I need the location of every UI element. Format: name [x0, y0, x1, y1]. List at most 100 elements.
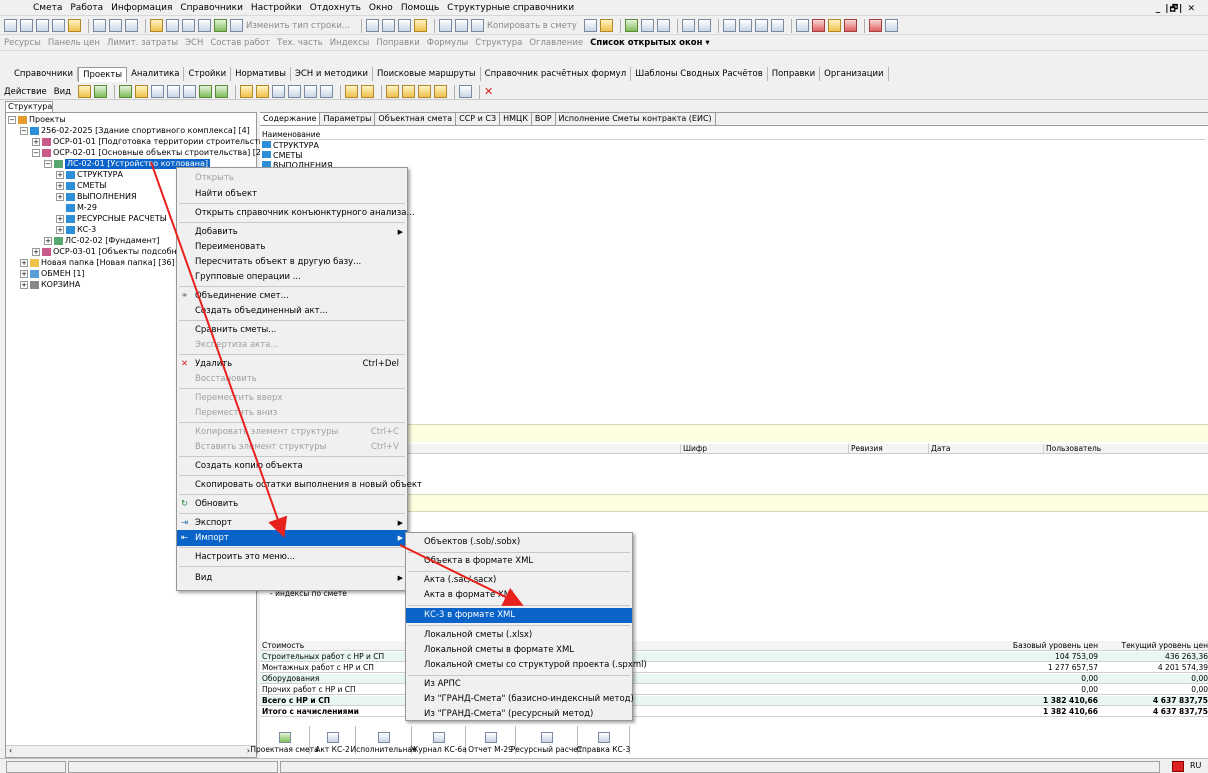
menu-find-object[interactable]: Найти объект — [177, 186, 407, 202]
toolbar-icon[interactable] — [199, 85, 213, 98]
toolbar-icon[interactable] — [166, 19, 179, 32]
toolbar-icon[interactable] — [230, 19, 243, 32]
toolbar-icon[interactable] — [182, 19, 195, 32]
toolbar-icon[interactable] — [459, 85, 473, 98]
copy-icon[interactable] — [454, 19, 468, 32]
tree-node[interactable]: + КС-3 — [56, 225, 96, 235]
toolbar-icon[interactable] — [402, 85, 416, 98]
tab-vor[interactable]: ВОР — [532, 113, 556, 125]
toolbar-link[interactable]: Поправки — [376, 38, 419, 48]
tab-eis[interactable]: Исполнение Сметы контракта (ЕИС) — [556, 113, 716, 125]
tree-node[interactable]: −256-02-2025 [Здание спортивного комплек… — [20, 126, 250, 136]
menu-view[interactable]: Вид ▶ — [177, 570, 407, 586]
resource-calc-button[interactable]: Ресурсный расчет — [511, 726, 582, 754]
tab-esn[interactable]: ЭСН и методики — [291, 67, 373, 81]
import-local-xml[interactable]: Локальной сметы в формате XML — [406, 643, 632, 658]
toolbar-icon[interactable] — [240, 85, 254, 98]
menu-create-merged-act[interactable]: Создать объединенный акт... — [177, 303, 407, 319]
import-object-xml[interactable]: Объекта в формате XML — [406, 554, 632, 569]
change-row-type-button[interactable]: Изменить тип строки... — [246, 21, 350, 31]
toolbar-icon[interactable] — [135, 85, 149, 98]
menu-merge-estimates[interactable]: ⚭ Объединение смет... — [177, 288, 407, 304]
menu-open-conjuncture[interactable]: Открыть справочник конъюнктурного анализ… — [177, 205, 415, 221]
tab-formulas[interactable]: Справочник расчётных формул — [481, 67, 632, 81]
toolbar-link[interactable]: Состав работ — [210, 38, 270, 48]
arrow-down-icon[interactable] — [320, 85, 334, 98]
toolbar-icon[interactable] — [151, 85, 165, 98]
tree-node[interactable]: − Проекты — [8, 115, 66, 125]
tab-projects[interactable]: Проекты — [78, 66, 128, 82]
menu-copy-element[interactable]: Копировать элемент структуры Ctrl+C — [177, 424, 407, 440]
tree-node[interactable]: + Новая папка [Новая папка] [36] — [20, 258, 175, 268]
tree-node[interactable]: М-29 — [66, 203, 97, 213]
cost-total-row[interactable]: Всего с НР и СП 1 382 410,66 4 637 837,75 — [260, 696, 1208, 706]
toolbar-link[interactable]: Формулы — [427, 38, 469, 48]
toolbar-icon[interactable] — [381, 19, 395, 32]
toolbar-icon[interactable] — [418, 85, 432, 98]
toolbar-icon[interactable] — [624, 19, 638, 32]
window-controls[interactable]: _ |🗗| ✕ — [1156, 1, 1196, 17]
menu-paste-element[interactable]: Вставить элемент структуры Ctrl+V — [177, 439, 407, 455]
menu-create-copy[interactable]: Создать копию объекта — [177, 458, 407, 474]
toolbar-icon[interactable] — [386, 85, 400, 98]
report-m29-button[interactable]: Отчет М-29 — [466, 726, 516, 754]
tab-directories[interactable]: Справочники — [10, 67, 79, 81]
toolbar-icon[interactable] — [599, 19, 613, 32]
import-ks3-xml[interactable]: КС-3 в формате XML — [406, 608, 632, 623]
cost-row[interactable]: Строительных работ с НР и СП 104 753,09 43… — [260, 652, 1208, 662]
tab-object-estimate[interactable]: Объектная смета — [375, 113, 457, 125]
menu-move-up[interactable]: Переместить вверх — [177, 390, 407, 406]
certificate-ks3-button[interactable]: Справка КС-3 — [577, 726, 630, 754]
toolbar-icon[interactable] — [754, 19, 768, 32]
folder-icon[interactable] — [78, 85, 92, 98]
menu-item[interactable]: Справочники — [180, 3, 243, 13]
tree-node[interactable]: + ОСР-03-01 [Объекты подсобног — [32, 247, 186, 257]
tab-organizations[interactable]: Организации — [820, 67, 889, 81]
import-grand-resource[interactable]: Из "ГРАНД-Смета" (ресурсный метод) — [406, 707, 632, 722]
tree-node[interactable]: + КОРЗИНА — [20, 280, 80, 290]
toolbar-icon[interactable] — [256, 85, 270, 98]
toolbar-icon[interactable] — [770, 19, 784, 32]
tab-contents[interactable]: Содержание — [260, 113, 321, 125]
toolbar-icon[interactable] — [20, 19, 33, 32]
toolbar-icon[interactable] — [288, 85, 302, 98]
tab-ssr[interactable]: ССР и СЗ — [456, 113, 501, 125]
menu-group-ops[interactable]: Групповые операции ... — [177, 269, 407, 285]
cost-row[interactable]: Монтажных работ с НР и СП 1 277 657,57 4 2… — [260, 663, 1208, 673]
toolbar-icon[interactable] — [868, 19, 882, 32]
toolbar-icon[interactable] — [434, 85, 448, 98]
close-icon[interactable]: ✕ — [484, 85, 493, 98]
toolbar-icon[interactable] — [583, 19, 597, 32]
toolbar-icon[interactable] — [4, 19, 17, 32]
toolbar-icon[interactable] — [681, 19, 695, 32]
toolbar-link[interactable]: Панель цен — [48, 38, 100, 48]
toolbar-icon[interactable] — [397, 19, 411, 32]
toolbar-icon[interactable] — [656, 19, 670, 32]
menu-refresh[interactable]: ↻ Обновить — [177, 496, 407, 512]
journal-ks6a-button[interactable]: Журнал КС-6а — [410, 726, 467, 754]
tree-node[interactable]: + ВЫПОЛНЕНИЯ — [56, 192, 137, 202]
menu-copy-rest[interactable]: Скопировать остатки выполнения в новый о… — [177, 477, 422, 493]
toolbar-icon[interactable] — [361, 85, 375, 98]
executive-button[interactable]: Исполнительная — [351, 726, 417, 754]
folder-icon[interactable] — [94, 85, 108, 98]
import-local-xlsx[interactable]: Локальной сметы (.xlsx) — [406, 628, 632, 643]
save-icon[interactable] — [93, 19, 106, 32]
content-row[interactable]: СМЕТЫ — [262, 151, 333, 161]
tree-node[interactable]: + РЕСУРСНЫЕ РАСЧЕТЫ — [56, 214, 167, 224]
tab-corrections[interactable]: Поправки — [768, 67, 821, 81]
toolbar-icon[interactable] — [150, 19, 163, 32]
toolbar-icon[interactable] — [640, 19, 654, 32]
tree-node[interactable]: − ОСР-02-01 [Основные объекты строительст… — [32, 148, 264, 158]
menu-move-down[interactable]: Переместить вниз — [177, 405, 407, 421]
menu-item[interactable]: Настройки — [251, 3, 302, 13]
toolbar-icon[interactable] — [272, 85, 286, 98]
cost-row[interactable]: Прочих работ с НР и СП 0,00 0,00 — [260, 685, 1208, 695]
menu-open[interactable]: Открыть — [177, 170, 407, 186]
menu-delete[interactable]: ✕ Удалить Ctrl+Del — [177, 356, 407, 372]
tree-node[interactable]: + ОБМЕН [1] — [20, 269, 85, 279]
toolbar-icon[interactable] — [36, 19, 49, 32]
menu-compare[interactable]: Сравнить сметы... — [177, 322, 407, 338]
toolbar-link[interactable]: Оглавление — [529, 38, 583, 48]
search-icon[interactable] — [68, 19, 81, 32]
